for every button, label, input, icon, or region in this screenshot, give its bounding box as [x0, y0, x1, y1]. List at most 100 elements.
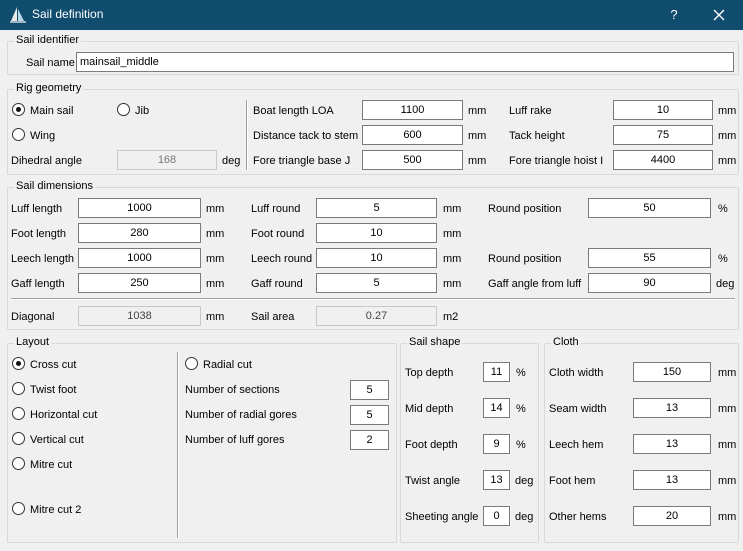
twist-foot-label[interactable]: Twist foot: [30, 383, 76, 397]
leech-length-unit: mm: [206, 253, 225, 265]
foot-hem-unit: mm: [718, 475, 737, 487]
round-position-2-unit: %: [718, 253, 728, 265]
leech-round-input[interactable]: 10: [316, 248, 437, 268]
twist-angle-unit: deg: [515, 475, 534, 487]
cloth-width-label: Cloth width: [549, 367, 604, 379]
tack-height-input[interactable]: 75: [613, 125, 713, 145]
foot-length-input[interactable]: 280: [78, 223, 201, 243]
mitre-cut-2-radio[interactable]: [12, 502, 25, 515]
luff-rake-unit: mm: [718, 105, 737, 117]
foot-round-input[interactable]: 10: [316, 223, 437, 243]
luff-length-input[interactable]: 1000: [78, 198, 201, 218]
leech-length-input[interactable]: 1000: [78, 248, 201, 268]
luff-round-unit: mm: [443, 203, 462, 215]
fore-base-input[interactable]: 500: [362, 150, 463, 170]
fore-base-label: Fore triangle base J: [253, 155, 351, 167]
seam-width-input[interactable]: 13: [633, 398, 711, 418]
sail-name-label: Sail name: [26, 57, 75, 69]
luff-rake-input[interactable]: 10: [613, 100, 713, 120]
leech-hem-unit: mm: [718, 439, 737, 451]
luff-length-label: Luff length: [11, 203, 63, 215]
sheeting-angle-input[interactable]: 0: [483, 506, 510, 526]
group-title: Sail identifier: [14, 34, 81, 46]
mid-depth-label: Mid depth: [405, 403, 454, 415]
boat-length-input[interactable]: 1100: [362, 100, 463, 120]
num-luff-gores-input[interactable]: 2: [350, 430, 389, 450]
main-sail-radio[interactable]: [12, 103, 25, 116]
mid-depth-input[interactable]: 14: [483, 398, 510, 418]
dihedral-angle-input[interactable]: 168: [117, 150, 217, 170]
other-hems-input[interactable]: 20: [633, 506, 711, 526]
top-depth-unit: %: [516, 367, 526, 379]
luff-round-input[interactable]: 5: [316, 198, 437, 218]
sail-area-label: Sail area: [251, 311, 295, 323]
close-icon[interactable]: [708, 5, 730, 25]
num-luff-gores-label: Number of luff gores: [185, 434, 285, 446]
mid-depth-unit: %: [516, 403, 526, 415]
cross-cut-radio[interactable]: [12, 357, 25, 370]
gaff-round-unit: mm: [443, 278, 462, 290]
foot-hem-label: Foot hem: [549, 475, 596, 487]
leech-hem-input[interactable]: 13: [633, 434, 711, 454]
window-title: Sail definition: [32, 7, 104, 21]
group-title: Cloth: [551, 336, 581, 348]
foot-round-unit: mm: [443, 228, 462, 240]
foot-depth-input[interactable]: 9: [483, 434, 510, 454]
diagonal-output: 1038: [78, 306, 201, 326]
gaff-length-label: Gaff length: [11, 278, 65, 290]
num-sections-label: Number of sections: [185, 384, 280, 396]
foot-length-label: Foot length: [11, 228, 67, 240]
horizontal-cut-radio[interactable]: [12, 407, 25, 420]
tack-stem-label: Distance tack to stem: [253, 130, 359, 142]
foot-depth-label: Foot depth: [405, 439, 458, 451]
num-radial-gores-input[interactable]: 5: [350, 405, 389, 425]
jib-label[interactable]: Jib: [135, 104, 149, 118]
round-position-1-unit: %: [718, 203, 728, 215]
mitre-cut-label[interactable]: Mitre cut: [30, 458, 72, 472]
round-position-1-input[interactable]: 50: [588, 198, 711, 218]
mitre-cut-radio[interactable]: [12, 457, 25, 470]
num-sections-input[interactable]: 5: [350, 380, 389, 400]
sail-name-input[interactable]: mainsail_middle: [76, 52, 734, 72]
luff-round-label: Luff round: [251, 203, 301, 215]
tack-stem-input[interactable]: 600: [362, 125, 463, 145]
rig-separator: [246, 100, 248, 170]
gaff-angle-unit: deg: [716, 278, 735, 290]
foot-hem-input[interactable]: 13: [633, 470, 711, 490]
round-position-1-label: Round position: [488, 203, 562, 215]
wing-radio[interactable]: [12, 128, 25, 141]
horizontal-cut-label[interactable]: Horizontal cut: [30, 408, 97, 422]
gaff-round-input[interactable]: 5: [316, 273, 437, 293]
sheeting-angle-label: Sheeting angle: [405, 511, 479, 523]
radial-cut-radio[interactable]: [185, 357, 198, 370]
vertical-cut-radio[interactable]: [12, 432, 25, 445]
other-hems-unit: mm: [718, 511, 737, 523]
gaff-length-input[interactable]: 250: [78, 273, 201, 293]
group-title: Layout: [14, 336, 52, 348]
twist-angle-label: Twist angle: [405, 475, 461, 487]
twist-foot-radio[interactable]: [12, 382, 25, 395]
wing-label[interactable]: Wing: [30, 129, 55, 143]
cross-cut-label[interactable]: Cross cut: [30, 358, 76, 372]
fore-hoist-unit: mm: [718, 155, 737, 167]
main-sail-label[interactable]: Main sail: [30, 104, 73, 118]
radial-cut-label[interactable]: Radial cut: [203, 358, 252, 372]
fore-hoist-input[interactable]: 4400: [613, 150, 713, 170]
cloth-width-input[interactable]: 150: [633, 362, 711, 382]
other-hems-label: Other hems: [549, 511, 607, 523]
foot-round-label: Foot round: [251, 228, 305, 240]
leech-round-label: Leech round: [251, 253, 313, 265]
gaff-angle-input[interactable]: 90: [588, 273, 711, 293]
round-position-2-input[interactable]: 55: [588, 248, 711, 268]
gaff-round-label: Gaff round: [251, 278, 303, 290]
fore-base-unit: mm: [468, 155, 487, 167]
twist-angle-input[interactable]: 13: [483, 470, 510, 490]
top-depth-input[interactable]: 11: [483, 362, 510, 382]
tack-height-unit: mm: [718, 130, 737, 142]
mitre-cut-2-label[interactable]: Mitre cut 2: [30, 503, 81, 517]
vertical-cut-label[interactable]: Vertical cut: [30, 433, 84, 447]
help-button[interactable]: ?: [664, 5, 684, 25]
jib-radio[interactable]: [117, 103, 130, 116]
fore-hoist-label: Fore triangle hoist I: [509, 155, 604, 167]
sail-area-unit: m2: [443, 311, 459, 323]
